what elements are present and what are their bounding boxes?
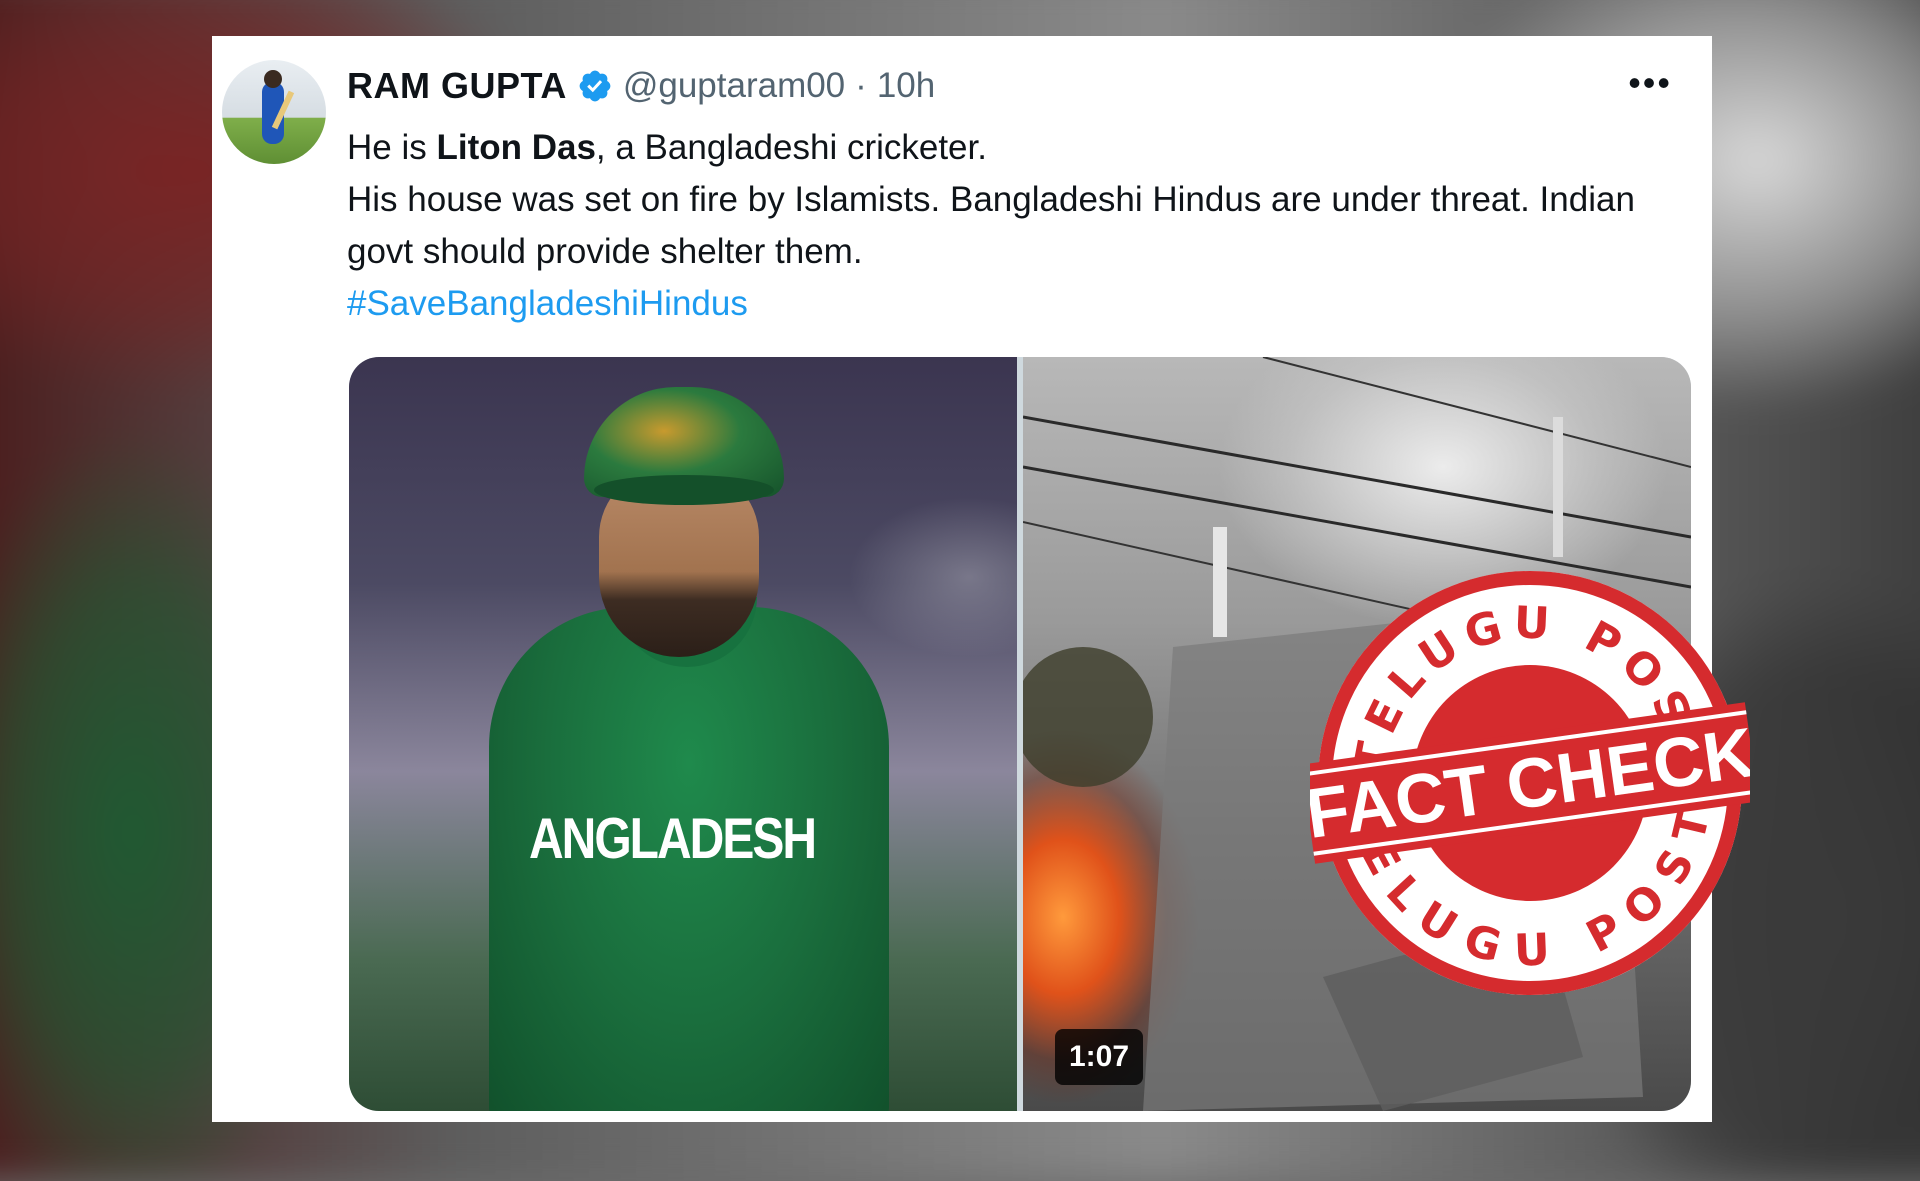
tweet-text: He is Liton Das, a Bangladeshi cricketer… <box>347 122 1647 330</box>
tweet-time[interactable]: 10h <box>877 66 935 106</box>
bold-name: Liton Das <box>436 128 596 167</box>
tweet-header: RAM GUPTA @guptaram00 · 10h <box>347 64 935 108</box>
author-name[interactable]: RAM GUPTA <box>347 65 567 107</box>
jersey-text: ANGLADESH <box>529 807 817 872</box>
separator-dot: · <box>855 66 867 105</box>
more-options-icon[interactable]: ••• <box>1628 62 1672 104</box>
hashtag-link[interactable]: #SaveBangladeshiHindus <box>347 284 748 323</box>
tweet-text-line-2: His house was set on fire by Islamists. … <box>347 180 1635 271</box>
video-duration-badge: 1:07 <box>1055 1029 1144 1085</box>
author-handle[interactable]: @guptaram00 <box>623 66 845 106</box>
cricketer-photo[interactable]: ANGLADESH <box>349 357 1017 1111</box>
fact-check-stamp: TELUGU POST TELUGU POST FACT CHECK <box>1310 571 1750 995</box>
avatar[interactable] <box>222 60 326 164</box>
tweet-text-line-1: He is Liton Das, a Bangladeshi cricketer… <box>347 128 987 167</box>
verified-badge-icon <box>579 70 611 102</box>
